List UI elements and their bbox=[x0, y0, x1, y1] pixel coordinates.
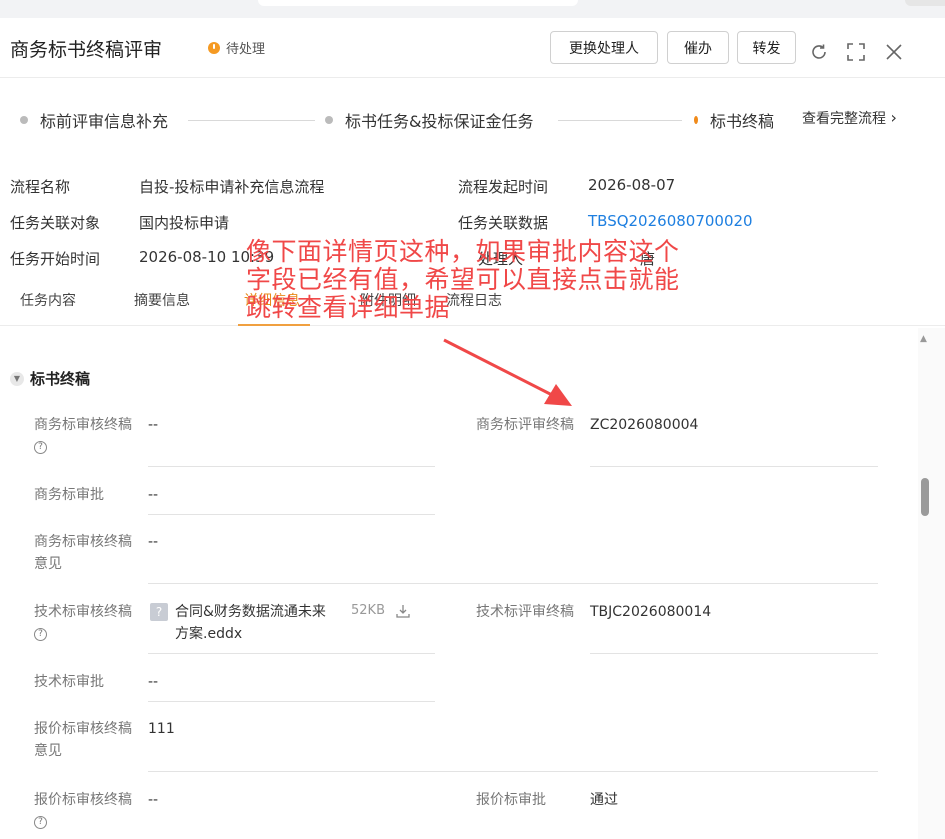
flow-name-value: 自投-投标申请补充信息流程 bbox=[139, 178, 325, 196]
step-dot bbox=[694, 116, 698, 124]
divider bbox=[590, 653, 878, 654]
related-object-value: 国内投标申请 bbox=[139, 214, 230, 232]
status-text: 待处理 bbox=[226, 42, 266, 57]
annotation-line-3: 跳转查看详细单据 bbox=[246, 293, 451, 322]
divider bbox=[148, 653, 435, 654]
quote-review-final-value: -- bbox=[148, 792, 159, 808]
biz-review-final-label: 商务标审核终稿 ? bbox=[34, 414, 134, 458]
annotation-text: 像下面详情页这种，如果审批内容这个 字段已经有值，希望可以直接点击就能 跳转查看… bbox=[246, 238, 766, 322]
tech-review-final-label: 技术标审核终稿 ? bbox=[34, 601, 134, 645]
chevron-right-icon: › bbox=[890, 108, 897, 127]
step-3[interactable]: 标书终稿 bbox=[694, 108, 774, 132]
download-icon[interactable] bbox=[396, 603, 410, 622]
field-label-text: 技术标审核终稿 bbox=[34, 604, 132, 620]
field-label-text: 商务标审核终稿 bbox=[34, 417, 132, 433]
step-connector bbox=[188, 120, 315, 121]
related-data-label: 任务关联数据 bbox=[458, 214, 549, 232]
tab-task-content[interactable]: 任务内容 bbox=[20, 290, 76, 310]
divider bbox=[148, 583, 878, 584]
help-icon[interactable]: ? bbox=[34, 627, 47, 641]
process-steps: 标前评审信息补充 标书任务&投标保证金任务 标书终稿 查看完整流程 › bbox=[0, 100, 945, 140]
tech-eval-final-label: 技术标评审终稿 bbox=[476, 604, 574, 620]
related-data-link[interactable]: TBSQ2026080700020 bbox=[588, 212, 753, 230]
scroll-up-icon[interactable]: ▲ bbox=[920, 334, 927, 344]
divider bbox=[148, 771, 878, 772]
forward-button[interactable]: 转发 bbox=[737, 31, 796, 64]
divider bbox=[590, 466, 878, 467]
unknown-file-icon: ? bbox=[150, 603, 168, 621]
quote-review-opinion-value: 111 bbox=[148, 721, 175, 737]
full-flow-link[interactable]: 查看完整流程 › bbox=[802, 108, 897, 128]
step-connector bbox=[558, 120, 682, 121]
clock-icon bbox=[208, 41, 220, 54]
divider bbox=[148, 701, 435, 702]
active-tab-underline bbox=[238, 324, 310, 326]
close-icon[interactable] bbox=[884, 42, 904, 66]
divider bbox=[148, 466, 435, 467]
page-title: 商务标书终稿评审 bbox=[10, 39, 163, 61]
change-handler-button[interactable]: 更换处理人 bbox=[550, 31, 658, 64]
step-label: 标书终稿 bbox=[709, 112, 774, 131]
tech-eval-final-link[interactable]: TBJC2026080014 bbox=[590, 601, 711, 623]
step-1[interactable]: 标前评审信息补充 bbox=[20, 108, 168, 132]
related-object-label: 任务关联对象 bbox=[10, 214, 101, 232]
biz-approval-value: -- bbox=[148, 487, 159, 503]
flow-start-value: 2026-08-07 bbox=[588, 176, 676, 194]
step-dot bbox=[20, 116, 28, 124]
quote-review-final-label: 报价标审核终稿 ? bbox=[34, 789, 134, 833]
tech-approval-value: -- bbox=[148, 674, 159, 690]
annotation-line-1: 像下面详情页这种，如果审批内容这个 bbox=[246, 237, 680, 266]
annotation-line-2: 字段已经有值，希望可以直接点击就能 bbox=[246, 265, 680, 294]
help-icon[interactable]: ? bbox=[34, 815, 47, 829]
biz-review-final-value: -- bbox=[148, 417, 159, 433]
flow-start-label: 流程发起时间 bbox=[458, 178, 549, 196]
annotation-arrow bbox=[443, 338, 572, 406]
biz-review-opinion-value: -- bbox=[148, 534, 159, 550]
quote-review-opinion-label: 报价标审核终稿意见 bbox=[34, 721, 132, 759]
caret-down-icon: ▼ bbox=[10, 371, 24, 386]
quote-approval-value: 通过 bbox=[590, 792, 618, 808]
step-dot bbox=[325, 116, 333, 124]
full-flow-label: 查看完整流程 bbox=[802, 111, 886, 127]
biz-review-opinion-label: 商务标审核终稿意见 bbox=[34, 534, 132, 572]
flow-name-label: 流程名称 bbox=[10, 178, 71, 196]
section-title: 标书终稿 bbox=[30, 370, 91, 388]
field-label-text: 报价标审核终稿 bbox=[34, 792, 132, 808]
biz-approval-label: 商务标审批 bbox=[34, 487, 104, 503]
top-tab-hint bbox=[258, 0, 578, 6]
scrollbar-thumb[interactable] bbox=[921, 478, 929, 516]
status-badge: 待处理 bbox=[208, 38, 265, 57]
refresh-icon[interactable] bbox=[809, 42, 829, 66]
top-tab-hint-right bbox=[905, 0, 945, 6]
quote-approval-label: 报价标审批 bbox=[476, 792, 546, 808]
tech-file-name[interactable]: 合同&财务数据流通未来方案.eddx bbox=[175, 601, 335, 645]
help-icon[interactable]: ? bbox=[34, 440, 47, 454]
fullscreen-icon[interactable] bbox=[846, 42, 866, 66]
biz-eval-final-link[interactable]: ZC2026080004 bbox=[590, 414, 698, 436]
tech-approval-label: 技术标审批 bbox=[34, 674, 104, 690]
top-strip bbox=[0, 0, 945, 18]
biz-eval-final-label: 商务标评审终稿 bbox=[476, 417, 574, 433]
urge-button[interactable]: 催办 bbox=[667, 31, 729, 64]
divider bbox=[148, 514, 435, 515]
tech-file-size: 52KB bbox=[351, 603, 385, 618]
step-label: 标前评审信息补充 bbox=[40, 112, 169, 131]
task-start-label: 任务开始时间 bbox=[10, 250, 101, 268]
scrollbar-track[interactable] bbox=[918, 328, 945, 839]
section-header[interactable]: ▼ 标书终稿 bbox=[10, 368, 90, 389]
step-label: 标书任务&投标保证金任务 bbox=[345, 112, 534, 131]
header: 商务标书终稿评审 待处理 更换处理人 催办 转发 bbox=[0, 18, 945, 78]
tab-summary[interactable]: 摘要信息 bbox=[134, 290, 190, 310]
step-2[interactable]: 标书任务&投标保证金任务 bbox=[325, 108, 533, 132]
